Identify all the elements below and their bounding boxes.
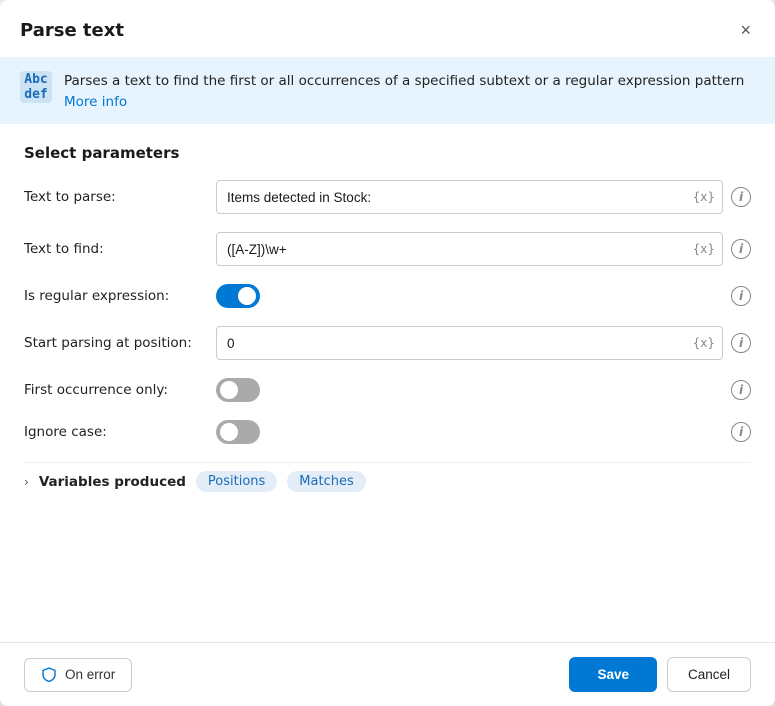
section-divider [24,462,751,463]
more-info-link[interactable]: More info [64,94,127,110]
variables-produced-label: Variables produced [39,474,186,490]
ignore-case-toggle[interactable] [216,420,260,444]
is-regex-track[interactable] [216,284,260,308]
positions-chip: Positions [196,471,277,492]
shield-icon [41,667,57,683]
text-to-find-row: Text to find: {x} i [24,232,751,266]
first-only-control: i [216,378,751,402]
first-only-thumb [220,381,238,399]
start-position-control: {x} i [216,326,751,360]
info-banner: Abcdef Parses a text to find the first o… [0,57,775,124]
save-button[interactable]: Save [569,657,657,692]
footer-actions: Save Cancel [569,657,751,692]
is-regex-info-icon[interactable]: i [731,286,751,306]
dialog-header: Parse text × [0,0,775,57]
ignore-case-info-icon[interactable]: i [731,422,751,442]
dialog-title: Parse text [20,20,124,41]
first-only-row: First occurrence only: i [24,378,751,402]
is-regex-label: Is regular expression: [24,288,204,304]
on-error-label: On error [65,667,115,682]
cancel-button[interactable]: Cancel [667,657,751,692]
first-only-track[interactable] [216,378,260,402]
text-to-parse-input[interactable] [216,180,723,214]
text-to-parse-row: Text to parse: {x} i [24,180,751,214]
banner-content: Parses a text to find the first or all o… [64,71,744,110]
ignore-case-label: Ignore case: [24,424,204,440]
ignore-case-control: i [216,420,751,444]
start-position-info-icon[interactable]: i [731,333,751,353]
on-error-button[interactable]: On error [24,658,132,692]
start-position-input[interactable] [216,326,723,360]
first-only-toggle[interactable] [216,378,260,402]
banner-description: Parses a text to find the first or all o… [64,71,744,91]
text-to-find-label: Text to find: [24,241,204,257]
chevron-right-icon[interactable]: › [24,475,29,489]
is-regex-toggle[interactable] [216,284,260,308]
variables-produced-row: › Variables produced Positions Matches [24,471,751,492]
text-to-find-wrapper: {x} [216,232,723,266]
text-to-parse-wrapper: {x} [216,180,723,214]
start-position-row: Start parsing at position: {x} i [24,326,751,360]
is-regex-control: i [216,284,751,308]
first-only-info-icon[interactable]: i [731,380,751,400]
is-regex-row: Is regular expression: i [24,284,751,308]
first-only-label: First occurrence only: [24,382,204,398]
close-button[interactable]: × [736,16,755,45]
dialog-footer: On error Save Cancel [0,642,775,706]
main-content: Select parameters Text to parse: {x} i T… [0,124,775,642]
section-title: Select parameters [24,144,751,162]
start-position-wrapper: {x} [216,326,723,360]
text-to-parse-control: {x} i [216,180,751,214]
ignore-case-thumb [220,423,238,441]
ignore-case-track[interactable] [216,420,260,444]
parse-text-dialog: Parse text × Abcdef Parses a text to fin… [0,0,775,706]
is-regex-thumb [238,287,256,305]
text-to-find-info-icon[interactable]: i [731,239,751,259]
matches-chip: Matches [287,471,365,492]
banner-icon: Abcdef [20,71,52,103]
ignore-case-row: Ignore case: i [24,420,751,444]
start-position-label: Start parsing at position: [24,335,204,351]
text-to-find-control: {x} i [216,232,751,266]
text-to-parse-info-icon[interactable]: i [731,187,751,207]
text-to-find-input[interactable] [216,232,723,266]
text-to-parse-label: Text to parse: [24,189,204,205]
